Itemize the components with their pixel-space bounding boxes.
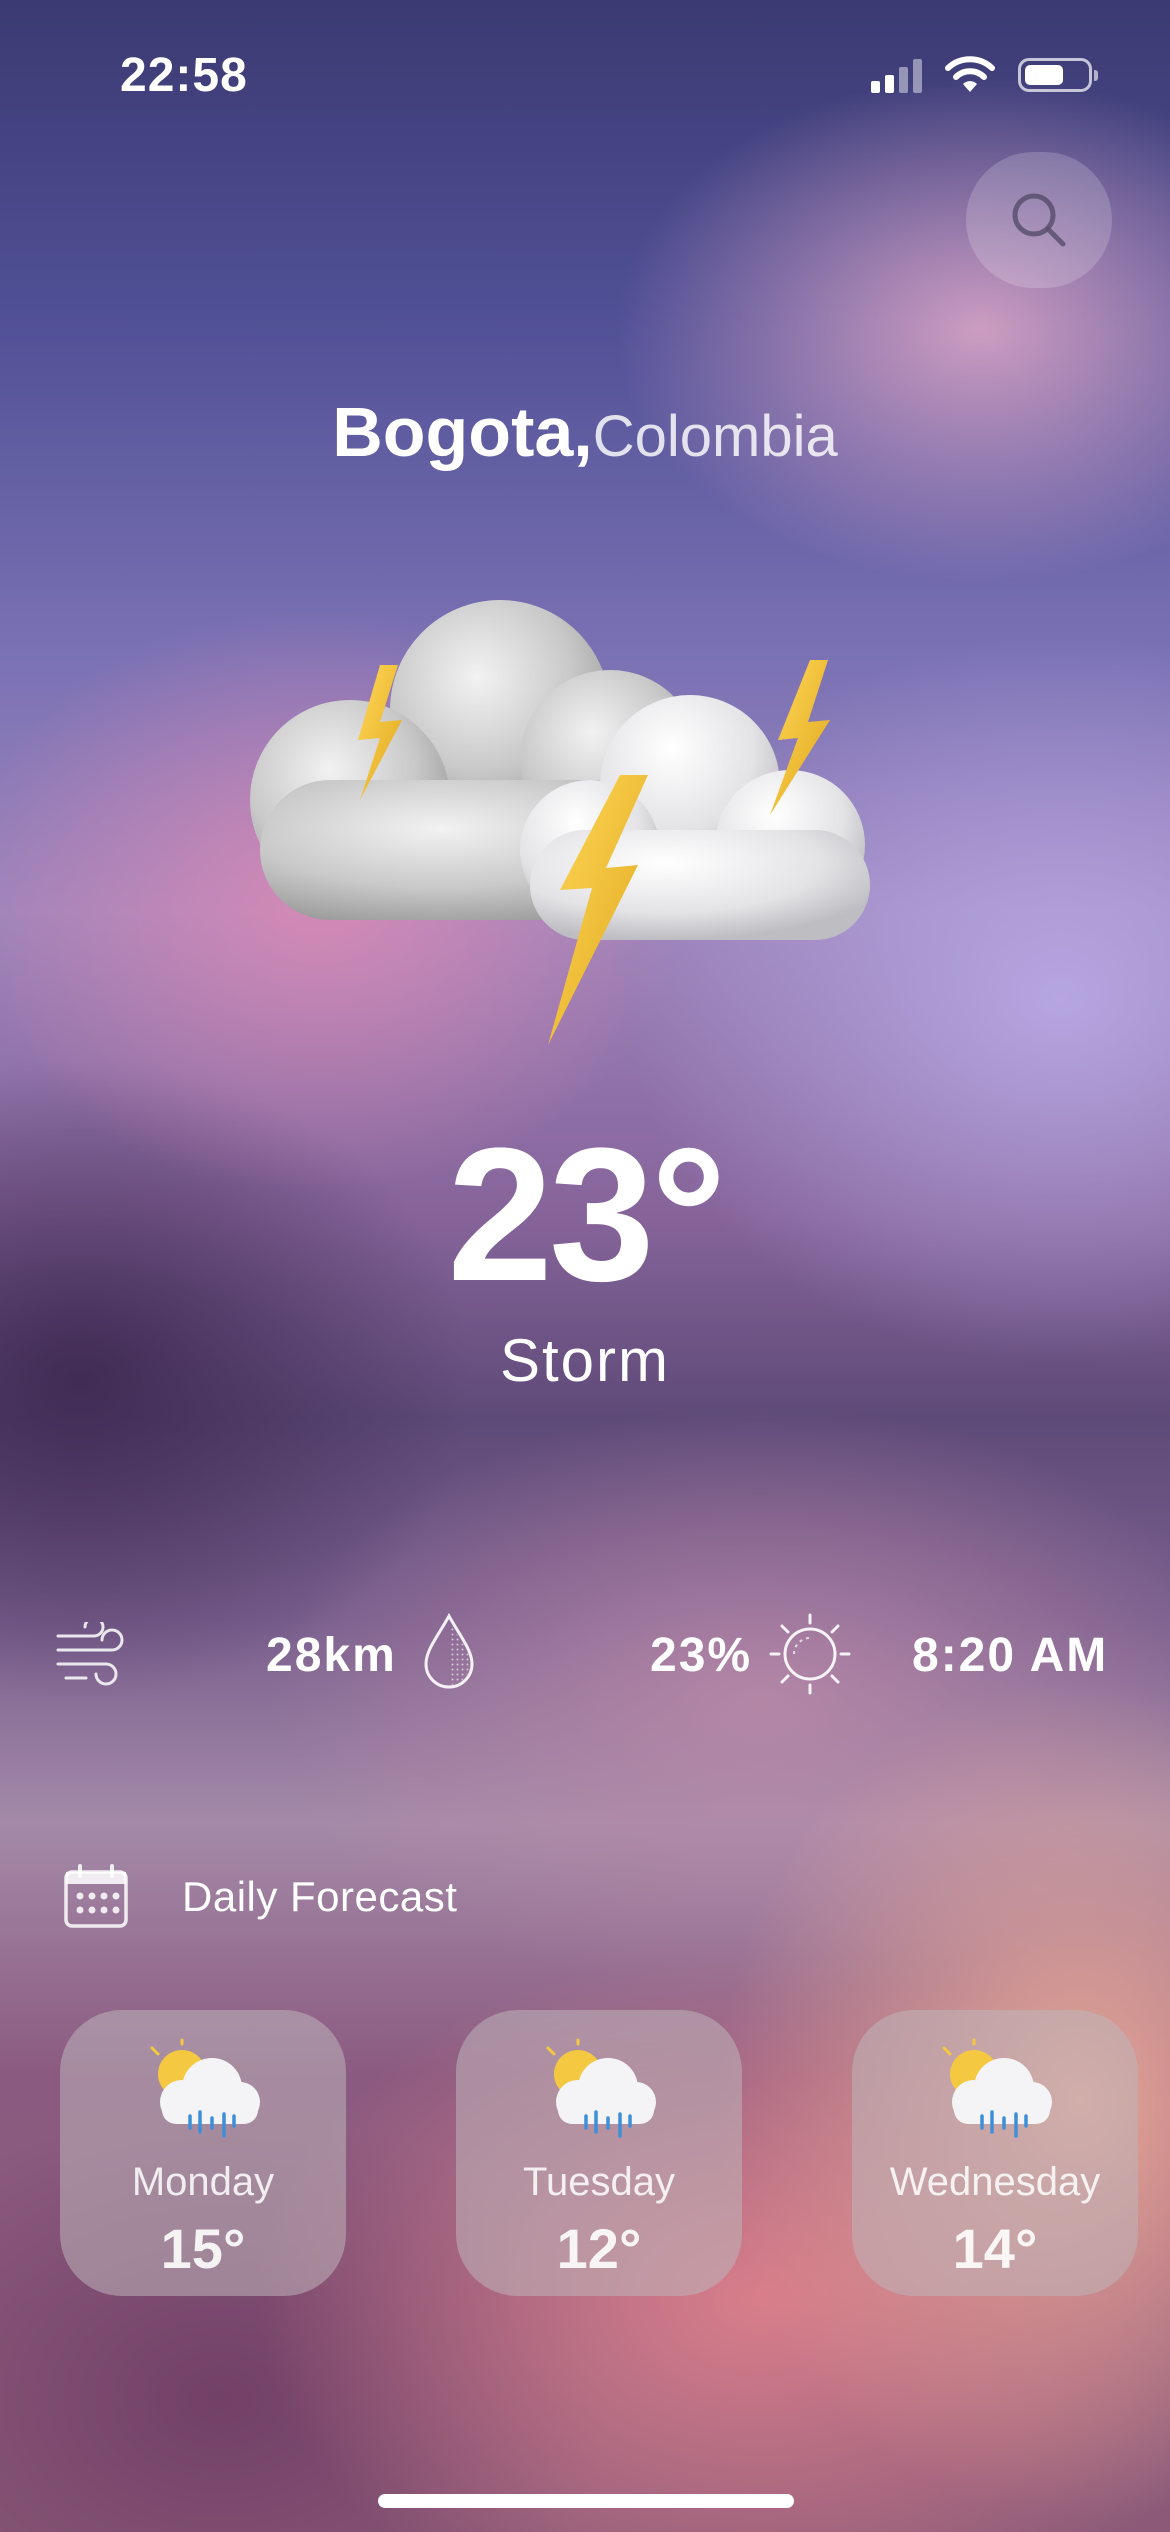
wind-icon [56,1622,124,1686]
humidity-value: 23% [650,1629,753,1682]
forecast-temp: 15° [160,2217,246,2280]
sunrise-time: 8:20 AM [912,1629,1109,1682]
country-name: Colombia [592,404,838,469]
forecast-card-tuesday[interactable]: Tuesday 12° [456,2010,742,2296]
forecast-day: Monday [131,2160,275,2204]
search-button[interactable] [966,152,1112,288]
search-icon [1012,193,1066,247]
status-time: 22:58 [120,49,248,102]
forecast-day: Wednesday [889,2160,1101,2204]
sun-cloud-rain-icon [150,2038,260,2138]
location-title: Bogota,Colombia [0,392,1170,472]
battery-icon [1018,58,1098,92]
current-temperature: 23° [447,1109,726,1321]
home-indicator[interactable] [378,2494,794,2508]
sun-cloud-rain-icon [546,2038,656,2138]
storm-clouds-lightning-icon [250,600,870,1045]
sun-cloud-rain-icon [942,2038,1052,2138]
weather-condition: Storm [499,1327,671,1394]
forecast-card-wednesday[interactable]: Wednesday 14° [852,2010,1138,2296]
wind-speed: 28km [266,1629,397,1682]
daily-forecast-header: Daily Forecast [62,1864,457,1930]
forecast-card-monday[interactable]: Monday 15° [60,2010,346,2296]
sun-icon [769,1613,851,1695]
water-drop-icon [424,1612,474,1689]
city-name: Bogota, [332,393,593,471]
forecast-temp: 14° [952,2217,1038,2280]
daily-forecast-title: Daily Forecast [182,1873,458,1920]
wifi-icon [945,56,995,92]
forecast-temp: 12° [556,2217,642,2280]
cellular-signal-icon [871,57,922,93]
forecast-day: Tuesday [523,2160,675,2204]
calendar-icon [64,1864,128,1928]
status-indicators [871,56,1098,94]
